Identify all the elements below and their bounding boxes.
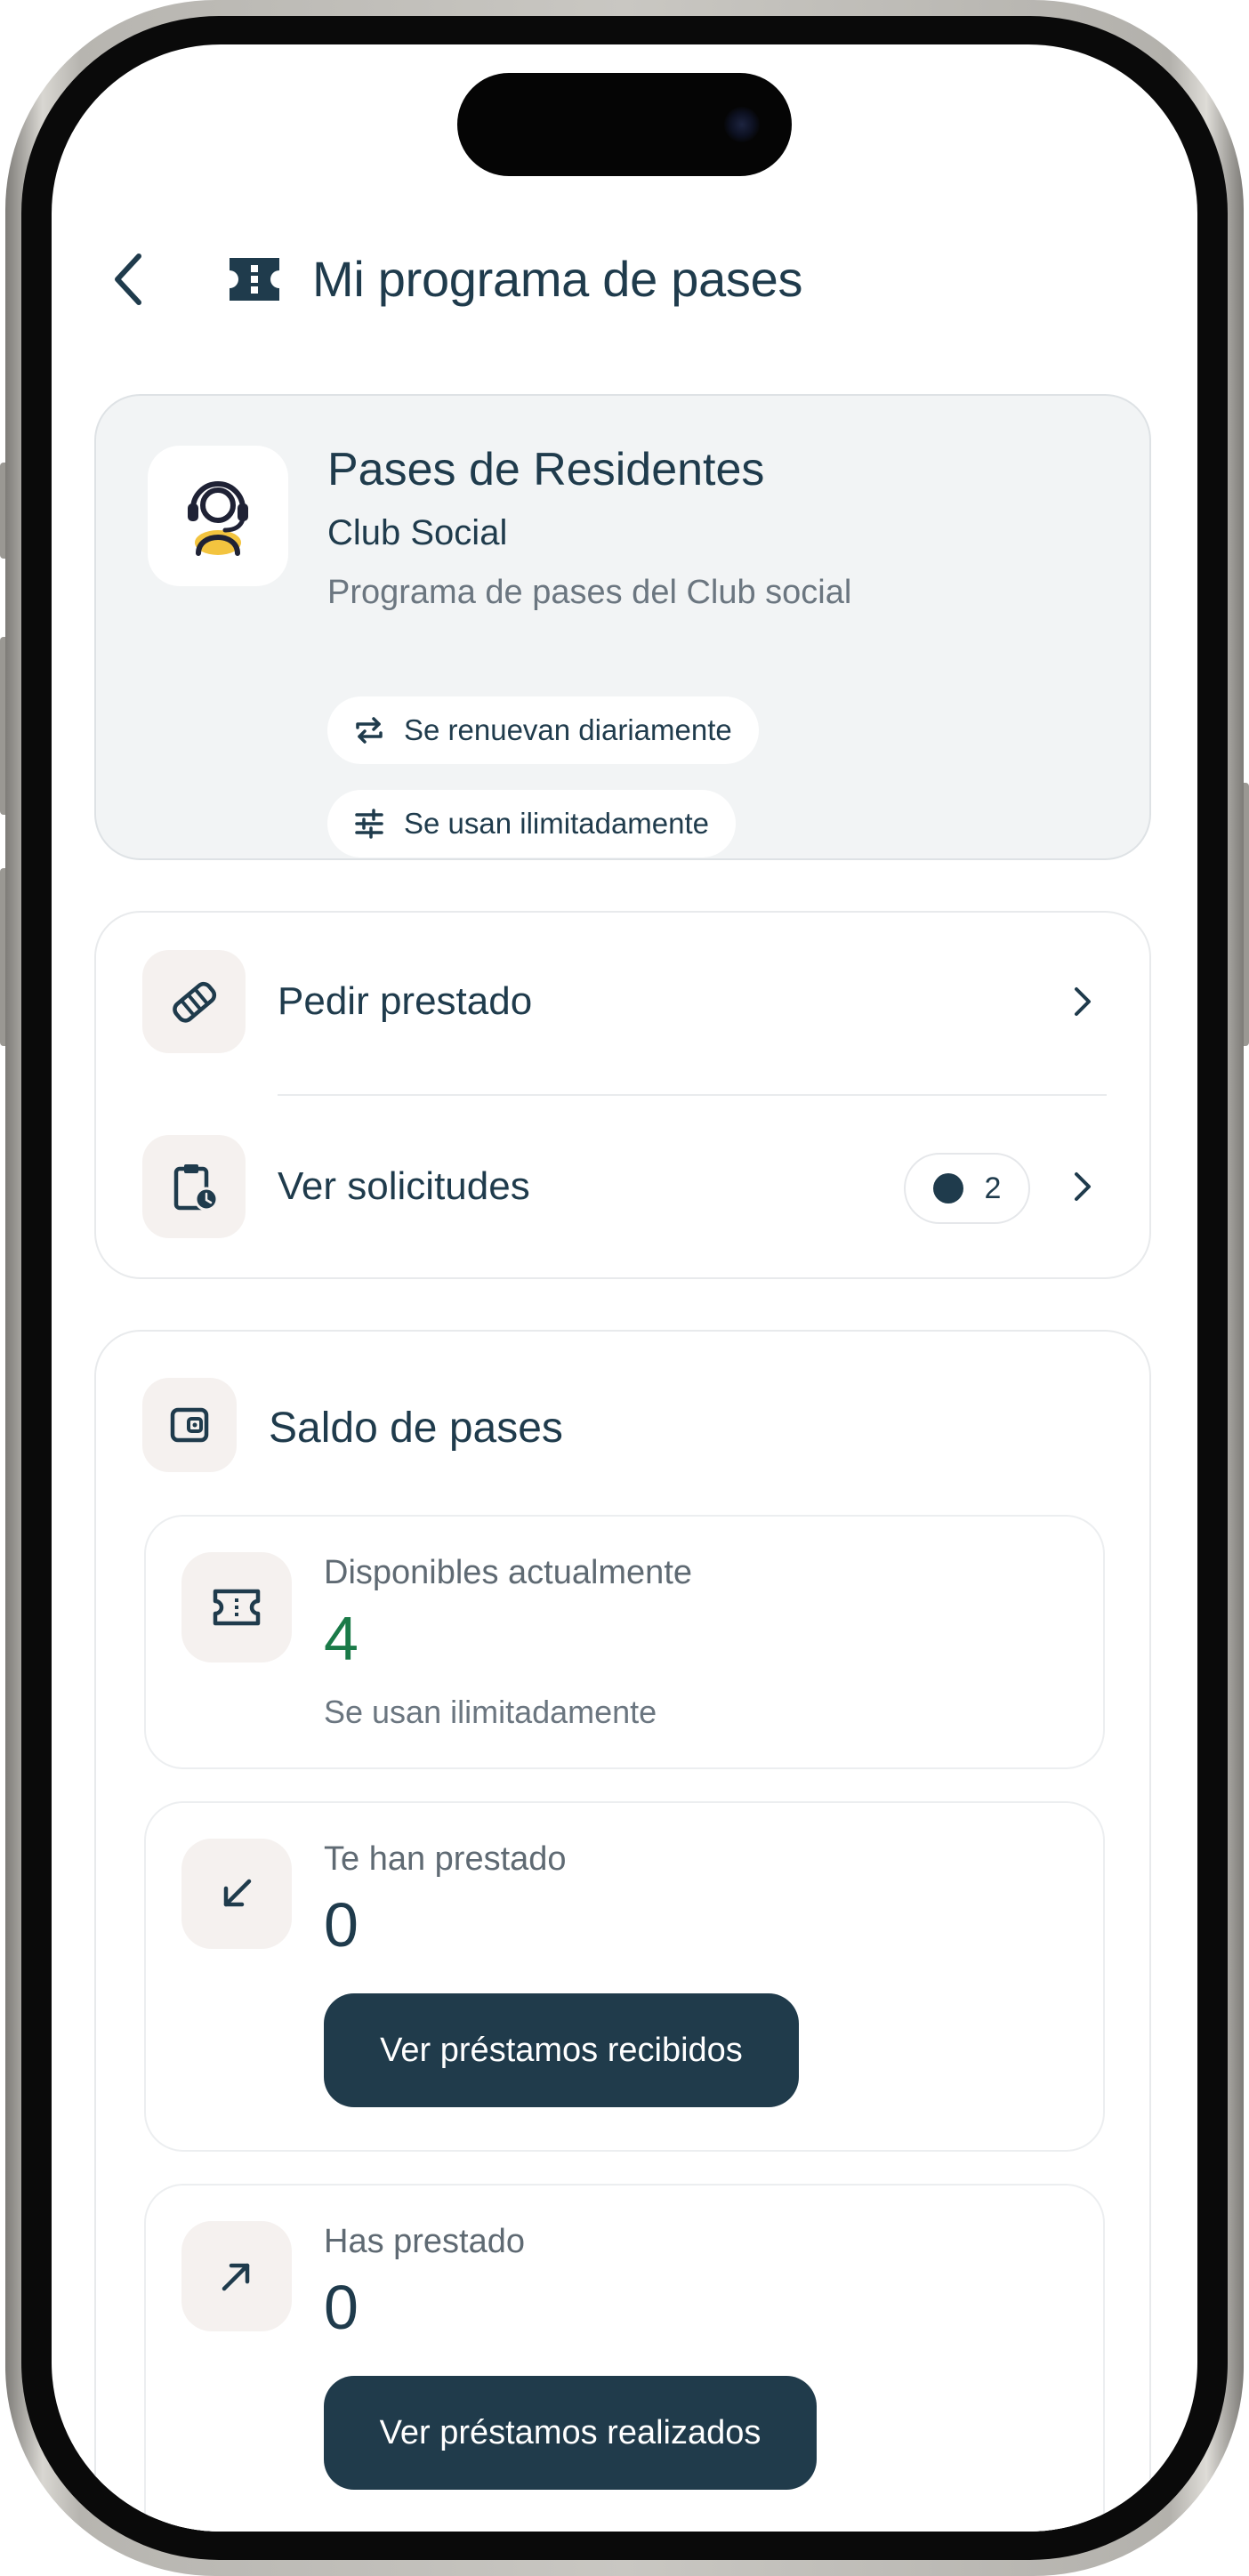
available-note: Se usan ilimitadamente [324, 1694, 657, 1730]
handshake-icon [173, 981, 217, 1023]
actions-card: Pedir prestado Ver solicitudes 2 [94, 911, 1151, 1279]
received-icon-tile [181, 1839, 292, 1949]
received-card: Te han prestado 0 Ver préstamos recibido… [144, 1801, 1105, 2152]
chevron-left-icon [115, 254, 141, 305]
received-label: Te han prestado [324, 1840, 567, 1878]
back-button[interactable] [103, 247, 153, 311]
wallet-icon [170, 1407, 209, 1443]
status-dot-icon [932, 1173, 963, 1203]
available-card: Disponibles actualmente 4 Se usan ilimit… [144, 1515, 1105, 1769]
renewal-tag-label: Se renuevan diariamente [404, 713, 732, 746]
borrow-label: Pedir prestado [278, 979, 533, 1023]
borrow-icon-tile [142, 950, 246, 1053]
program-title: Pases de Residentes [327, 444, 765, 495]
view-received-loans-button[interactable]: Ver préstamos recibidos [324, 1993, 799, 2107]
requests-label: Ver solicitudes [278, 1164, 530, 1208]
balance-title: Saldo de pases [269, 1405, 563, 1452]
lent-icon-tile [181, 2221, 292, 2331]
program-card: Pases de Residentes Club Social Programa… [94, 394, 1151, 860]
camera-icon [724, 107, 760, 142]
balance-icon-tile [142, 1378, 237, 1472]
requests-count-badge: 2 [904, 1153, 1030, 1224]
lent-value: 0 [324, 2273, 359, 2342]
chevron-right-icon [1075, 1172, 1091, 1201]
renewal-tag: Se renuevan diariamente [327, 696, 759, 764]
program-subtitle: Club Social [327, 513, 508, 552]
usage-tag: Se usan ilimitadamente [327, 790, 737, 857]
clipboard-clock-icon [173, 1164, 219, 1212]
ticket-icon [230, 258, 279, 301]
program-logo [148, 446, 288, 586]
received-value: 0 [324, 1890, 359, 1960]
requests-icon-tile [142, 1135, 246, 1238]
app-screen: Mi programa de pases Pases de Residentes… [52, 44, 1197, 2532]
available-icon-tile [181, 1552, 292, 1662]
balance-card: Saldo de pases Disponibles actualmente 4… [94, 1330, 1151, 2532]
requests-count: 2 [984, 1171, 1002, 1205]
lent-label: Has prestado [324, 2223, 526, 2260]
actions-divider [278, 1094, 1107, 1096]
arrow-up-right-icon [222, 2263, 250, 2291]
usage-tag-label: Se usan ilimitadamente [404, 807, 710, 840]
arrow-down-left-icon [223, 1879, 252, 1907]
borrow-row[interactable]: Pedir prestado [96, 913, 1149, 1091]
support-agent-icon [188, 481, 248, 556]
lent-card: Has prestado 0 Ver préstamos realizados [144, 2184, 1105, 2532]
page-title: Mi programa de pases [312, 251, 803, 307]
repeat-icon [356, 717, 383, 744]
view-made-loans-button[interactable]: Ver préstamos realizados [324, 2376, 817, 2490]
ticket-outline-icon [213, 1589, 261, 1626]
program-description: Programa de pases del Club social [327, 574, 852, 611]
dynamic-island [457, 73, 792, 176]
chevron-right-icon [1075, 987, 1091, 1016]
available-label: Disponibles actualmente [324, 1554, 693, 1591]
available-value: 4 [324, 1604, 359, 1673]
sliders-icon [355, 809, 383, 839]
